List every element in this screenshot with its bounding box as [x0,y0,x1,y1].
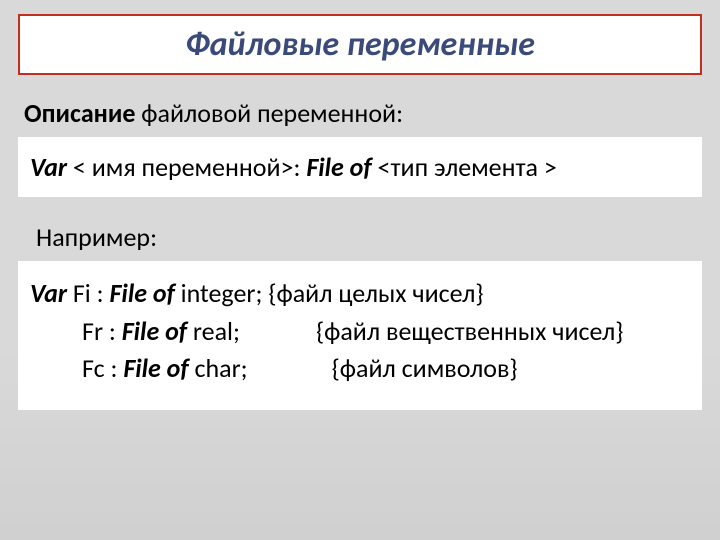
title-box: Файловые переменные [18,14,702,75]
keyword-var: Var [30,151,67,183]
syntax-name-part: < имя переменной>: [67,151,306,183]
decl-fr: Fr : [82,315,122,347]
keyword-file-of: File of [123,352,188,384]
keyword-file-of: File of [306,151,371,183]
description-heading: Описание файловой переменной: [24,97,696,129]
keyword-file-of: File of [110,277,175,309]
syntax-type-part: <тип элемента > [372,151,557,183]
keyword-file-of: File of [122,315,187,347]
type-char: char; [189,352,248,384]
description-rest: файловой переменной: [135,97,403,129]
comment-fr: {файл вещественных чисел} [316,315,624,347]
decl-fi: Fi : [67,277,110,309]
type-real: real; [187,315,240,347]
type-integer: integer; [175,277,263,309]
comment-fi: {файл целых чисел} [268,277,483,309]
example-row: Fc : File of char; {файл символов} [30,350,690,388]
description-bold: Описание [24,97,135,129]
comment-fc: {файл символов} [332,352,518,384]
example-row: Var Fi : File of integer; {файл целых чи… [30,275,690,313]
example-box: Var Fi : File of integer; {файл целых чи… [18,261,702,410]
example-label: Например: [36,221,692,253]
syntax-box: Var < имя переменной>: File of <тип элем… [18,137,702,197]
keyword-var: Var [30,277,67,309]
decl-fc: Fc : [82,352,123,384]
page-title: Файловые переменные [20,24,700,65]
example-row: Fr : File of real; {файл вещественных чис… [30,313,690,351]
